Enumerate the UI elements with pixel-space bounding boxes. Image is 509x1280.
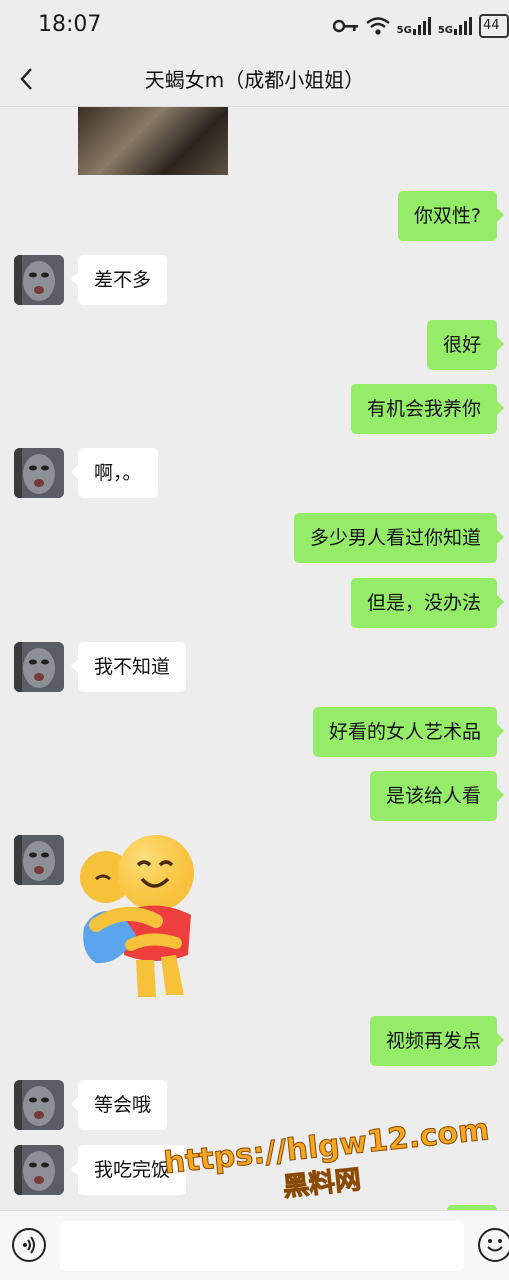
battery-icon: 44	[479, 14, 509, 38]
signal-icon-1: 5G	[397, 16, 432, 36]
avatar[interactable]	[14, 642, 64, 692]
input-bar	[0, 1210, 509, 1280]
avatar-image	[14, 255, 64, 305]
chat-title[interactable]: 天蝎女m（成都小姐姐）	[0, 64, 509, 93]
nav-bar: 天蝎女m（成都小姐姐）	[0, 52, 509, 107]
message-bubble-incoming[interactable]: 啊，。	[71, 448, 158, 498]
message-bubble-incoming[interactable]: 等会哦	[70, 1080, 168, 1130]
avatar-image	[14, 1145, 64, 1195]
avatar[interactable]	[14, 255, 64, 305]
hug-emoji-sticker[interactable]	[76, 835, 201, 1000]
avatar[interactable]	[14, 448, 64, 498]
emoji-icon	[487, 1239, 503, 1252]
avatar-image	[14, 642, 64, 692]
voice-button[interactable]	[12, 1228, 46, 1262]
message-bubble-outgoing[interactable]: 但是，没办法	[350, 578, 505, 628]
network-label-1: 5G	[396, 25, 412, 36]
network-label-2: 5G	[437, 25, 453, 36]
message-bubble-outgoing[interactable]: 多少男人看过你知道	[293, 513, 505, 563]
avatar-image	[14, 448, 64, 498]
signal-icon-2: 5G	[438, 16, 473, 36]
status-icons: 5G 5G 44	[332, 14, 509, 38]
message-bubble-outgoing[interactable]: 视频再发点	[369, 1016, 505, 1066]
avatar-image	[14, 835, 64, 885]
message-bubble-incoming[interactable]: 差不多	[70, 255, 168, 305]
avatar[interactable]	[14, 1145, 64, 1195]
emoji-button[interactable]	[478, 1228, 509, 1262]
message-bubble-incoming[interactable]: 我不知道	[70, 642, 187, 692]
status-bar: 18:07 5G 5G 44	[0, 0, 509, 52]
wifi-icon	[365, 16, 391, 36]
status-time: 18:07	[38, 12, 102, 37]
voice-icon	[23, 1236, 35, 1254]
message-bubble-outgoing[interactable]: 很好	[426, 320, 505, 370]
avatar[interactable]	[14, 1080, 64, 1130]
chat-screen: 18:07 5G 5G 44 天蝎女m（成都小姐姐） 你双性? 差不多 很好 有…	[0, 0, 509, 1280]
message-input[interactable]	[60, 1221, 464, 1271]
message-bubble-outgoing[interactable]: 你双性?	[397, 191, 505, 241]
avatar[interactable]	[14, 835, 64, 885]
message-bubble-incoming[interactable]: 我吃完饭	[70, 1145, 187, 1195]
key-icon	[332, 19, 359, 33]
message-list[interactable]: 你双性? 差不多 很好 有机会我养你 啊，。 多少男人看过你知道 但是，没办法 …	[0, 107, 509, 1210]
message-bubble-outgoing[interactable]: 是该给人看	[369, 771, 505, 821]
image-message[interactable]	[78, 107, 228, 175]
message-bubble-outgoing[interactable]: 好看的女人艺术品	[312, 707, 505, 757]
message-bubble-outgoing[interactable]: 有机会我养你	[350, 384, 505, 434]
avatar-image	[14, 1080, 64, 1130]
